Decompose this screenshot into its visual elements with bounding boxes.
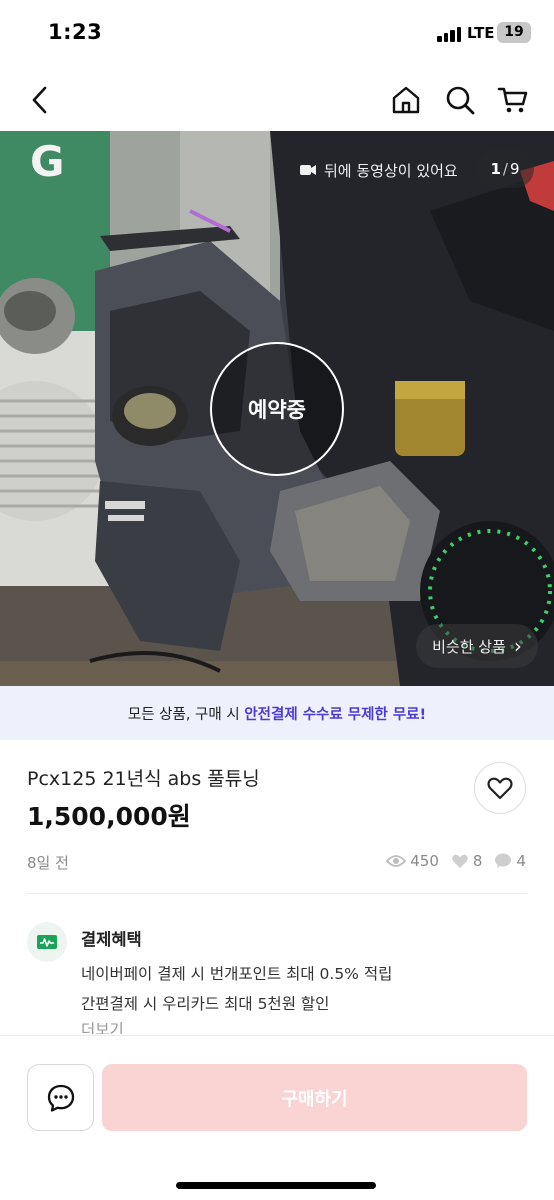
product-title: Pcx125 21년식 abs 풀튜닝 xyxy=(27,768,260,790)
video-notice-text: 뒤에 동영상이 있어요 xyxy=(324,161,458,180)
reserved-status-badge: 예약중 xyxy=(210,342,344,476)
home-button[interactable] xyxy=(386,80,426,120)
battery-icon: 19 xyxy=(497,22,531,43)
network-label: LTE xyxy=(467,24,495,42)
chevron-right-icon: › xyxy=(513,634,522,658)
page-current: 1 xyxy=(490,160,501,178)
more-benefits-link[interactable]: 더보기 xyxy=(81,1018,124,1034)
cart-button[interactable] xyxy=(493,80,533,120)
search-icon xyxy=(446,86,475,115)
banner-prefix: 모든 상품, 구매 시 xyxy=(127,706,245,723)
video-notice: 뒤에 동영상이 있어요 xyxy=(300,158,458,182)
chats-count: 4 xyxy=(516,852,526,870)
likes-count: 8 xyxy=(472,852,483,870)
chat-bubble-icon xyxy=(495,853,512,868)
payment-benefit-title: 결제혜택 xyxy=(81,930,142,949)
back-button[interactable] xyxy=(20,80,60,120)
product-price: 1,500,000원 xyxy=(27,802,191,831)
video-camera-icon xyxy=(300,165,316,175)
eye-icon xyxy=(386,855,407,867)
views-stat: 450 xyxy=(386,852,439,870)
bottom-action-bar: 구매하기 xyxy=(0,1035,554,1200)
posted-time: 8일 전 xyxy=(27,854,69,872)
product-image[interactable]: G 뒤에 동영상이 있어요 1 / 9 예약중 비슷한 상품 › xyxy=(0,131,554,686)
status-bar: 1:23 LTE 19 xyxy=(0,0,554,66)
chat-button[interactable] xyxy=(27,1064,94,1131)
cart-icon xyxy=(497,87,528,113)
likes-stat: 8 xyxy=(451,852,483,870)
product-stats: 450 8 4 xyxy=(386,852,526,870)
image-page-counter: 1 / 9 xyxy=(476,150,534,188)
views-count: 450 xyxy=(410,852,439,870)
home-indicator xyxy=(176,1182,376,1189)
status-time: 1:23 xyxy=(48,20,103,44)
safe-payment-banner[interactable]: 모든 상품, 구매 시 안전결제 수수료 무제한 무료! xyxy=(0,686,554,740)
payment-benefit-icon xyxy=(27,922,67,962)
heart-icon xyxy=(487,777,513,800)
similar-products-label: 비슷한 상품 xyxy=(432,637,506,656)
section-divider xyxy=(27,893,527,894)
like-button[interactable] xyxy=(474,762,526,814)
chat-icon xyxy=(47,1084,74,1112)
similar-products-button[interactable]: 비슷한 상품 › xyxy=(416,624,538,668)
top-nav xyxy=(0,66,554,132)
search-button[interactable] xyxy=(440,80,480,120)
chats-stat: 4 xyxy=(494,852,526,870)
chevron-left-icon xyxy=(32,86,47,114)
heart-icon xyxy=(452,854,468,868)
page-separator: / xyxy=(502,160,508,178)
benefit-line: 네이버페이 결제 시 번개포인트 최대 0.5% 적립 xyxy=(81,965,393,983)
battery-level: 19 xyxy=(504,24,524,40)
signal-icon xyxy=(437,26,463,42)
buy-button[interactable]: 구매하기 xyxy=(102,1064,527,1131)
svg-text:G: G xyxy=(30,137,64,186)
home-icon xyxy=(392,86,420,114)
banner-highlight: 안전결제 수수료 무제한 무료! xyxy=(244,706,427,723)
page-total: 9 xyxy=(509,160,520,178)
benefit-line: 간편결제 시 우리카드 최대 5천원 할인 xyxy=(81,995,330,1013)
